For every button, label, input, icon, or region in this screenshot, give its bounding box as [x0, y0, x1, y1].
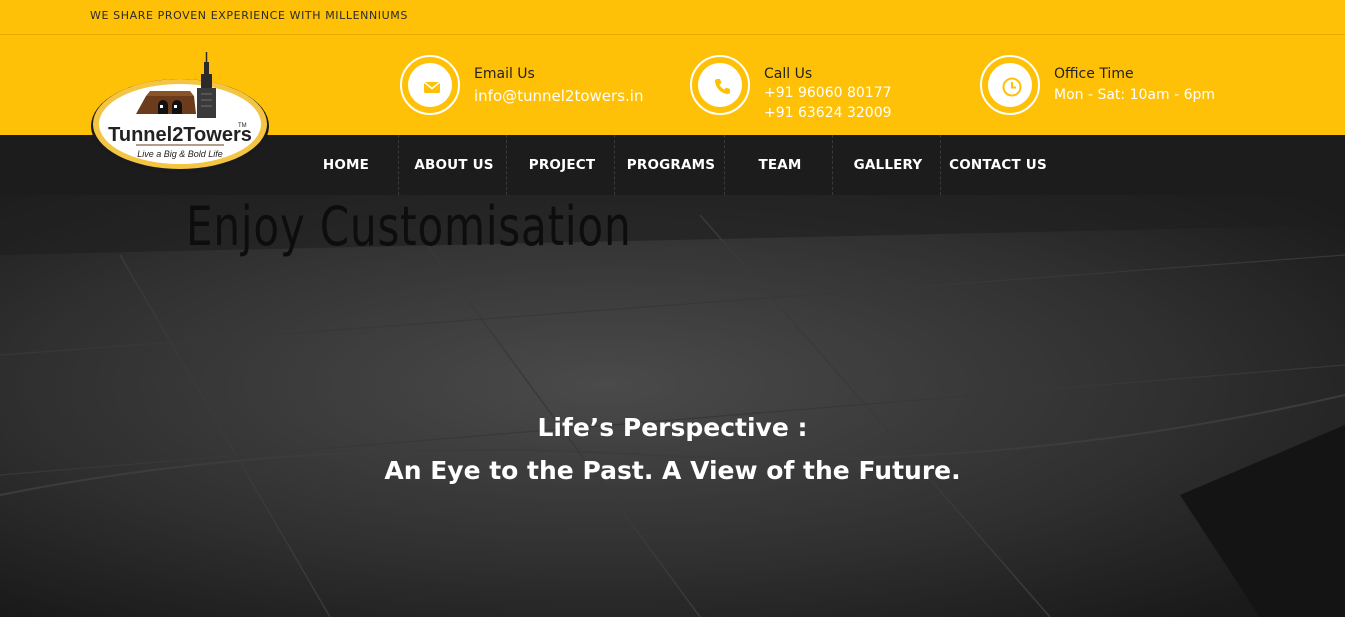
nav-divider	[940, 135, 941, 195]
clock-icon	[980, 55, 1040, 115]
hero-subtitle-2: An Eye to the Past. A View of the Future…	[384, 456, 961, 485]
hours-title: Office Time	[1054, 66, 1134, 82]
trademark: TM	[238, 123, 247, 129]
phone-title: Call Us	[764, 66, 813, 82]
hero-title: Enjoy Customisation	[186, 195, 632, 258]
nav-divider	[724, 135, 725, 195]
nav-about-us[interactable]: ABOUT US	[404, 135, 504, 195]
brand-name: Tunnel2Towers	[108, 124, 252, 146]
brand-logo[interactable]: Tunnel2Towers TM Live a Big & Bold Life	[88, 50, 274, 176]
nav-project[interactable]: PROJECT	[512, 135, 612, 195]
phone-icon	[690, 55, 750, 115]
hero-subtitle-1: Life’s Perspective :	[537, 413, 808, 442]
nav-programs[interactable]: PROGRAMS	[620, 135, 722, 195]
hero-banner: Enjoy Customisation Life’s Perspective :…	[0, 195, 1345, 617]
hours-value: Mon - Sat: 10am - 6pm	[1054, 87, 1216, 103]
top-bar: WE SHARE PROVEN EXPERIENCE WITH MILLENNI…	[0, 0, 1345, 35]
tagline: WE SHARE PROVEN EXPERIENCE WITH MILLENNI…	[90, 9, 408, 22]
brand-slogan: Live a Big & Bold Life	[137, 149, 223, 159]
nav-home[interactable]: HOME	[296, 135, 396, 195]
nav-divider	[832, 135, 833, 195]
phone-number-2[interactable]: +91 63624 32009	[764, 105, 892, 121]
nav-divider	[398, 135, 399, 195]
nav-team[interactable]: TEAM	[730, 135, 830, 195]
email-link[interactable]: info@tunnel2towers.in	[474, 87, 643, 105]
envelope-icon	[400, 55, 460, 115]
phone-number-1[interactable]: +91 96060 80177	[764, 85, 892, 101]
email-title: Email Us	[474, 66, 535, 82]
calendar-background	[0, 195, 1345, 617]
nav-contact-us[interactable]: CONTACT US	[946, 135, 1050, 195]
nav-divider	[614, 135, 615, 195]
nav-divider	[506, 135, 507, 195]
nav-gallery[interactable]: GALLERY	[838, 135, 938, 195]
